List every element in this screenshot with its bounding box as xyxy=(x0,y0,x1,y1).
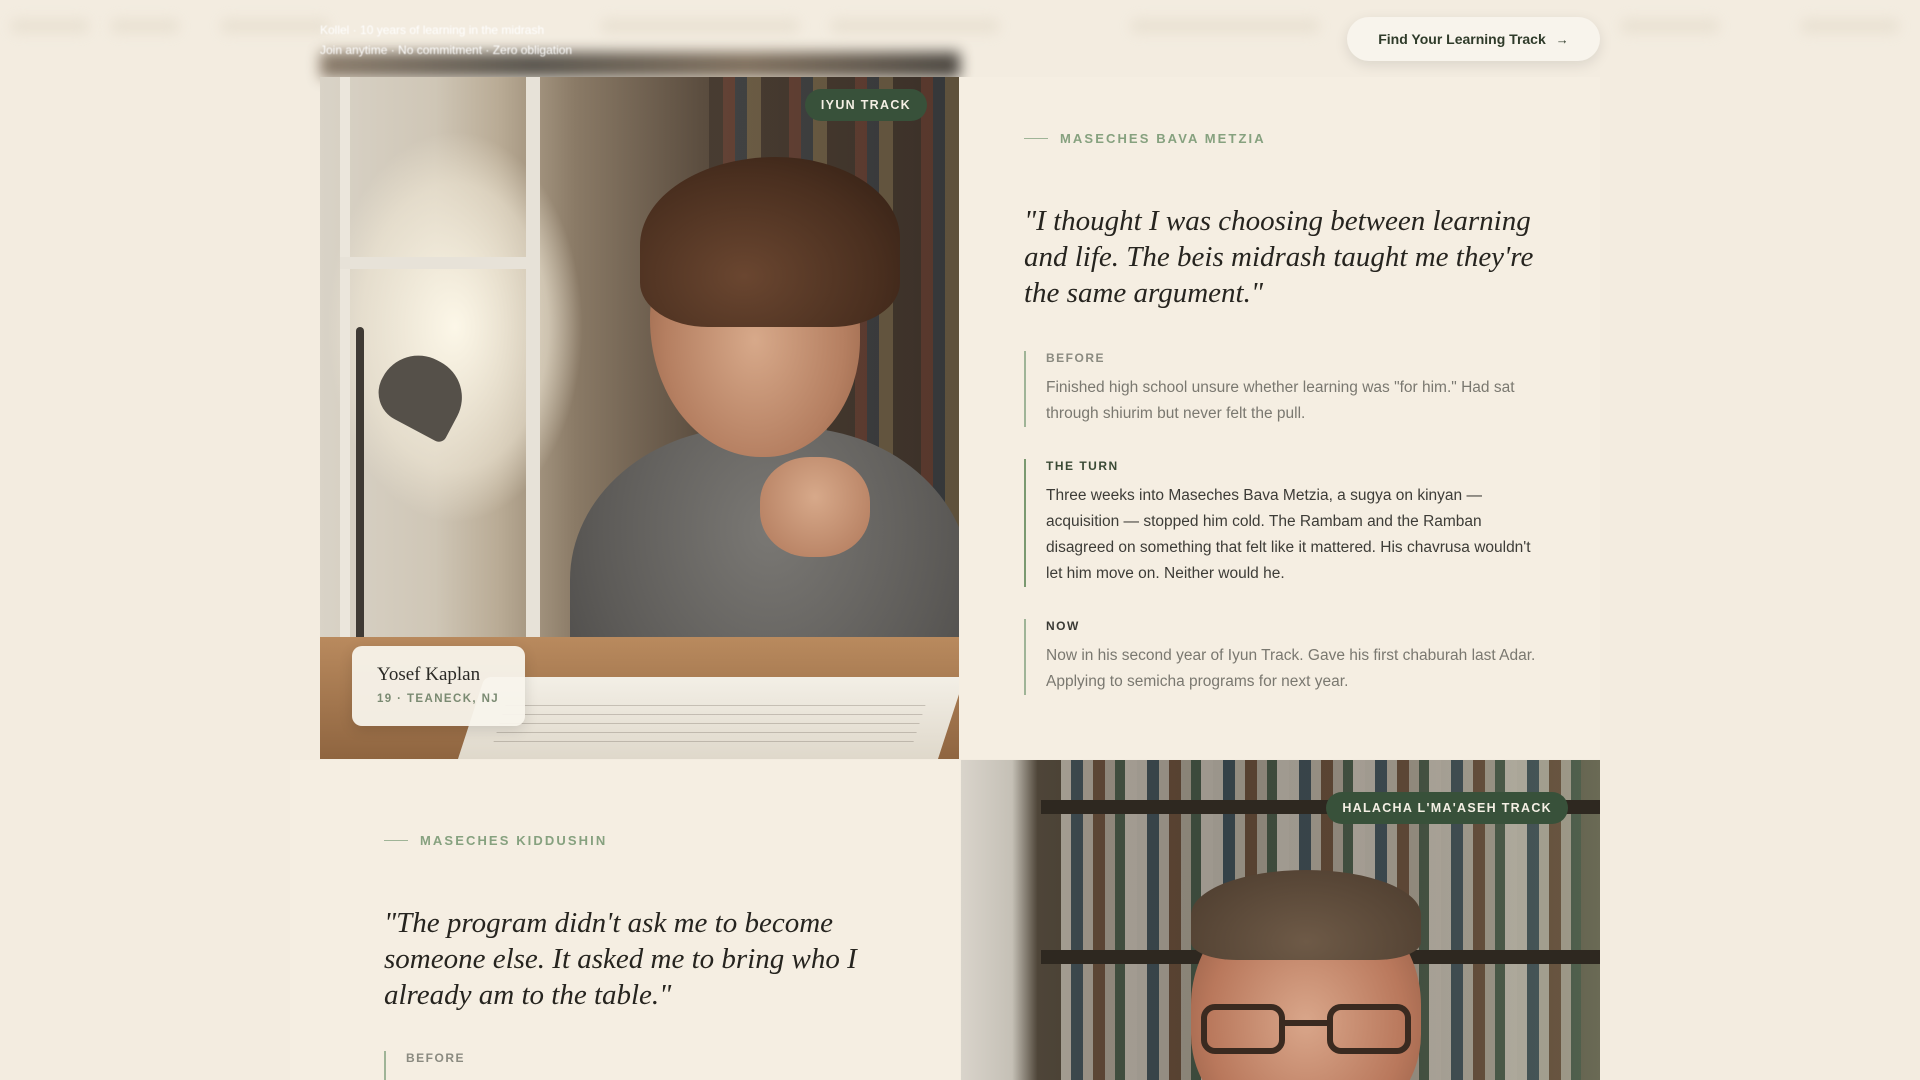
stage-text: Finished high school unsure whether lear… xyxy=(1046,379,1515,422)
blurred-nav-item xyxy=(220,18,330,34)
stage-the-turn: THE TURN Three weeks into Maseches Bava … xyxy=(1024,459,1544,587)
story-photo-yosef: IYUN TRACK Yosef Kaplan 19 · TEANECK, NJ xyxy=(320,77,959,759)
story-quote: "I thought I was choosing between learni… xyxy=(1024,205,1534,309)
story-text-yosef: MASECHES BAVA METZIA "I thought I was ch… xyxy=(959,77,1600,759)
window-illustration xyxy=(340,77,540,637)
person-hair xyxy=(640,157,900,327)
glasses-lens xyxy=(1201,1004,1285,1054)
story-quote: "The program didn't ask me to become som… xyxy=(384,907,857,1011)
window-bar xyxy=(340,257,540,269)
arrow-right-icon: → xyxy=(1555,31,1569,47)
masechta-name: MASECHES BAVA METZIA xyxy=(1060,131,1266,146)
blurred-nav-item xyxy=(1130,18,1320,34)
eyebrow-rule xyxy=(1024,138,1048,139)
masechta-label: MASECHES BAVA METZIA xyxy=(1024,131,1266,146)
blurred-nav-item xyxy=(600,18,800,34)
stage-before: BEFORE xyxy=(384,1051,904,1080)
stage-text: Now in his second year of Iyun Track. Ga… xyxy=(1046,647,1536,690)
blurred-caption: Kollel · 10 years of learning in the mid… xyxy=(320,20,620,60)
cta-label: Find Your Learning Track xyxy=(1378,31,1546,47)
glasses-lens xyxy=(1327,1004,1411,1054)
person-hand xyxy=(760,457,870,557)
blurred-nav-item xyxy=(110,18,180,34)
stage-label: BEFORE xyxy=(1046,351,1106,365)
open-book-illustration xyxy=(455,677,959,759)
glasses-bridge xyxy=(1285,1020,1327,1026)
person-meta: 19 · TEANECK, NJ xyxy=(377,693,500,705)
person-name-card: Yosef Kaplan 19 · TEANECK, NJ xyxy=(352,646,525,726)
blurred-nav-item xyxy=(1620,18,1720,34)
stage-label: THE TURN xyxy=(1046,459,1119,473)
blurred-nav-item xyxy=(1800,18,1900,34)
story-text-second: MASECHES KIDDUSHIN "The program didn't a… xyxy=(290,760,960,1080)
person-name: Yosef Kaplan xyxy=(377,664,481,685)
stage-label: NOW xyxy=(1046,619,1080,633)
top-navigation-bar: Kollel · 10 years of learning in the mid… xyxy=(0,0,1920,78)
track-badge: HALACHA L'MA'ASEH TRACK xyxy=(1326,792,1568,824)
blurred-caption-line: Kollel · 10 years of learning in the mid… xyxy=(320,23,545,37)
person-hair xyxy=(1191,870,1421,960)
stage-before: BEFORE Finished high school unsure wheth… xyxy=(1024,351,1544,427)
stage-label: BEFORE xyxy=(406,1051,466,1065)
blurred-nav-item xyxy=(10,18,90,34)
blurred-caption-line: Join anytime · No commitment · Zero obli… xyxy=(320,43,573,57)
masechta-label: MASECHES KIDDUSHIN xyxy=(384,833,607,848)
find-learning-track-button[interactable]: Find Your Learning Track → xyxy=(1347,17,1600,61)
track-badge: IYUN TRACK xyxy=(804,89,927,121)
blurred-nav-item xyxy=(830,18,1000,34)
desk-lamp-arm xyxy=(356,327,364,687)
stage-text: Three weeks into Maseches Bava Metzia, a… xyxy=(1046,487,1531,582)
story-photo-second: HALACHA L'MA'ASEH TRACK xyxy=(961,760,1600,1080)
masechta-name: MASECHES KIDDUSHIN xyxy=(420,833,608,848)
stage-now: NOW Now in his second year of Iyun Track… xyxy=(1024,619,1544,695)
eyebrow-rule xyxy=(384,840,408,841)
glasses-illustration xyxy=(1201,1004,1411,1054)
